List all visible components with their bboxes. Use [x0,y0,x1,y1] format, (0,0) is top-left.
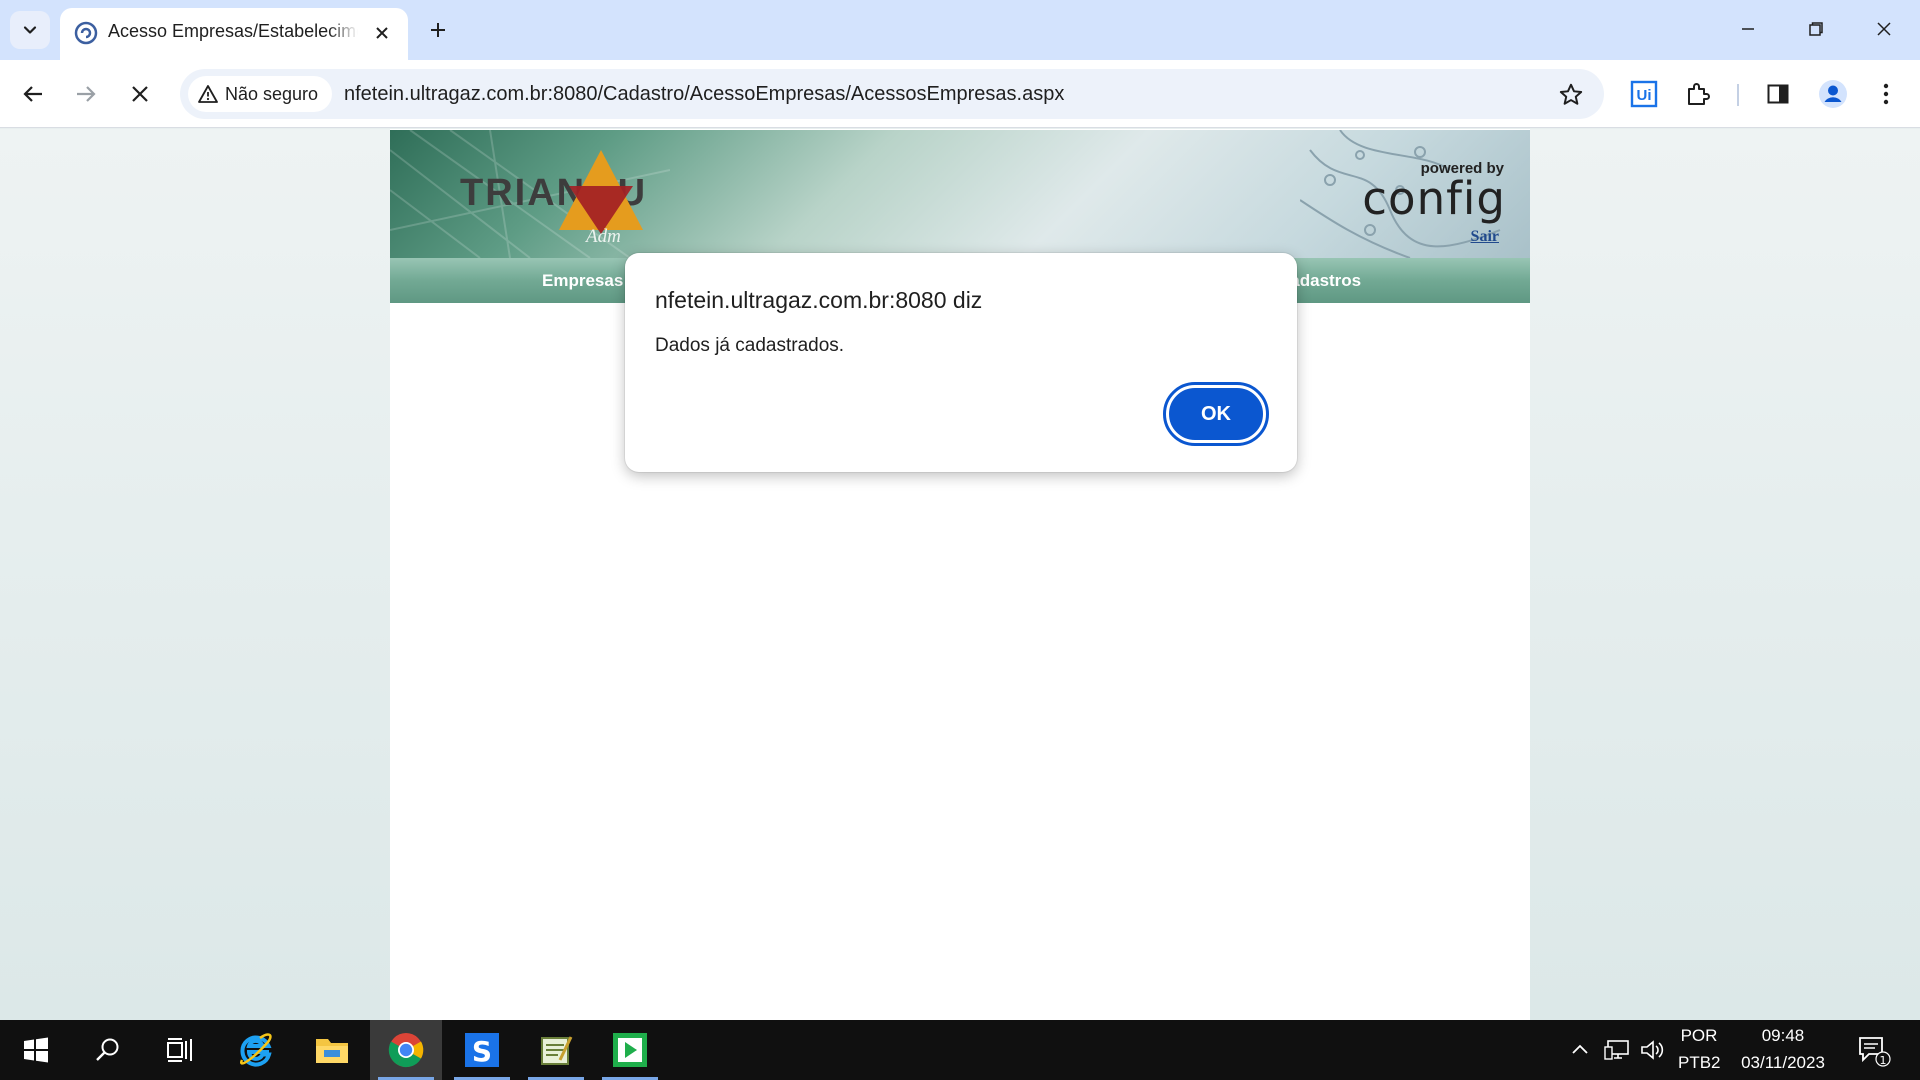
tab-title: Acesso Empresas/Estabelecimentos [108,21,358,41]
security-label: Não seguro [225,83,319,104]
url-text: nfetein.ultragaz.com.br:8080/Cadastro/Ac… [344,83,1065,105]
address-bar[interactable]: Não seguro nfetein.ultragaz.com.br:8080/… [180,69,1604,119]
notification-icon: 1 [1859,1037,1891,1067]
logo-subtext: Adm [586,226,621,247]
taskbar-file-explorer[interactable] [296,1020,368,1080]
taskbar-search-button[interactable] [72,1020,144,1080]
close-icon [1877,22,1891,36]
logout-link[interactable]: Sair [1471,228,1499,246]
close-window-button[interactable] [1856,8,1912,50]
taskbar-green-play-app[interactable] [594,1020,666,1080]
speaker-icon [1641,1040,1664,1060]
side-panel-button[interactable] [1760,76,1796,112]
toolbar-separator [1737,84,1739,106]
volume-button[interactable] [1640,1037,1666,1063]
browser-menu-button[interactable] [1868,76,1904,112]
forward-button[interactable] [66,74,106,114]
minimize-button[interactable] [1720,8,1776,50]
more-vertical-icon [1883,83,1889,105]
warning-triangle-icon [198,85,218,103]
page-viewport: TRIANGU Adm powered by config Sair Empre… [0,129,1920,1020]
taskbar-chrome[interactable] [370,1020,442,1080]
close-icon [376,27,388,39]
svg-text:1: 1 [1880,1054,1887,1067]
close-tab-button[interactable] [370,21,394,45]
keyboard-layout-indicator[interactable]: PTB2 [1678,1053,1721,1073]
puzzle-icon [1688,83,1710,105]
uipath-extension-button[interactable]: Ui [1626,76,1662,112]
site-favicon-icon [74,21,98,45]
minimize-icon [1742,28,1754,30]
svg-text:Ui: Ui [1637,87,1652,104]
profile-button[interactable] [1815,76,1851,112]
task-view-button[interactable] [144,1020,216,1080]
avatar-icon [1819,80,1847,108]
alert-dialog: nfetein.ultragaz.com.br:8080 diz Dados j… [625,253,1297,472]
arrow-right-icon [77,86,96,102]
dialog-message: Dados já cadastrados. [655,335,845,356]
back-button[interactable] [13,74,53,114]
start-button[interactable] [0,1020,72,1080]
bookmark-star-icon[interactable] [1558,82,1584,108]
task-view-icon [167,1038,192,1062]
windows-taskbar: S POR PTB2 09:48 03/11/2023 1 [0,1020,1920,1080]
clock-time[interactable]: 09:48 [1728,1026,1838,1046]
plus-icon [431,23,445,37]
menu-item-empresas[interactable]: Empresas [542,271,623,291]
uipath-icon: Ui [1630,80,1658,108]
network-button[interactable] [1604,1037,1630,1063]
app-blue-s-icon: S [465,1033,499,1068]
notepad-app-icon [541,1036,573,1065]
chevron-up-icon [1572,1044,1588,1054]
internet-explorer-icon [239,1033,272,1067]
green-play-app-icon [613,1033,647,1067]
chrome-icon [388,1033,424,1068]
svg-text:S: S [472,1035,492,1068]
dialog-title: nfetein.ultragaz.com.br:8080 diz [655,287,983,313]
side-panel-icon [1767,84,1789,104]
search-icon [96,1038,119,1061]
tab-strip: Acesso Empresas/Estabelecimentos [0,0,1920,60]
language-indicator[interactable]: POR [1678,1026,1720,1046]
restore-button[interactable] [1788,8,1844,50]
extensions-button[interactable] [1680,76,1716,112]
network-icon [1604,1040,1629,1060]
clock-date[interactable]: 03/11/2023 [1728,1053,1838,1073]
chevron-down-icon [23,26,37,34]
taskbar-internet-explorer[interactable] [220,1020,292,1080]
header-banner: TRIANGU Adm powered by config Sair [390,130,1530,258]
browser-toolbar: Não seguro nfetein.ultragaz.com.br:8080/… [0,60,1920,128]
taskbar-notepad-app[interactable] [520,1020,592,1080]
action-center-button[interactable]: 1 [1856,1035,1892,1067]
file-explorer-icon [316,1039,348,1063]
tab-search-button[interactable] [10,11,50,49]
active-tab[interactable]: Acesso Empresas/Estabelecimentos [60,8,408,60]
arrow-left-icon [23,86,42,102]
close-icon [132,86,148,102]
windows-start-icon [24,1037,48,1063]
ok-button[interactable]: OK [1163,382,1269,446]
new-tab-button[interactable] [422,14,454,46]
taskbar-blue-s-app[interactable]: S [446,1020,518,1080]
config-brand: config [1362,172,1506,225]
show-hidden-icons-button[interactable] [1567,1037,1593,1063]
restore-icon [1809,22,1823,36]
security-indicator[interactable]: Não seguro [188,76,333,112]
stop-loading-button[interactable] [120,74,160,114]
triangle-logo-icon [559,150,643,234]
